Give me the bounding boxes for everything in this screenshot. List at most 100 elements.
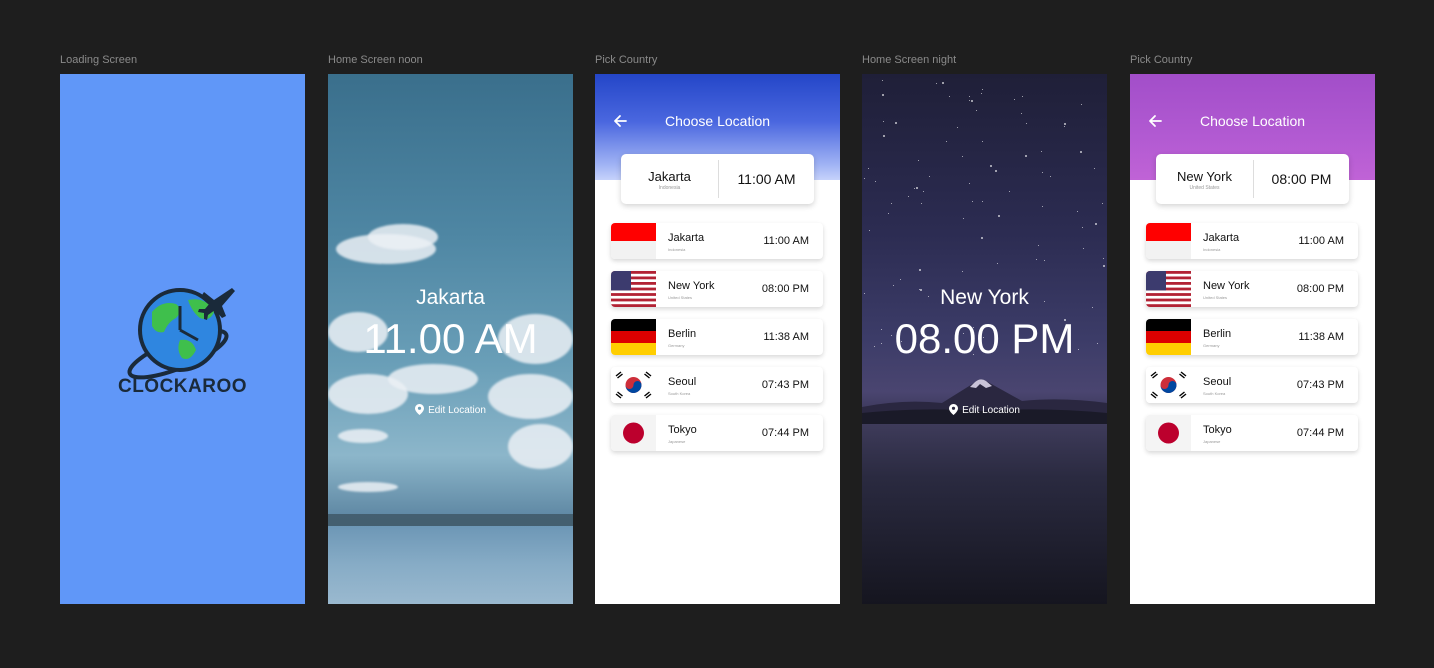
star <box>1101 203 1103 205</box>
frame-label-noon: Home Screen noon <box>328 54 423 66</box>
country-row-berlin[interactable]: Berlin Germany 11:38 AM <box>611 319 823 355</box>
star <box>1102 265 1105 268</box>
star <box>899 279 901 281</box>
frame-label-loading: Loading Screen <box>60 54 138 66</box>
country-list: Jakarta Indonesia 11:00 AM New York Unit… <box>1146 223 1358 463</box>
sea <box>328 526 573 604</box>
star <box>914 188 916 190</box>
country-row-tokyo[interactable]: Tokyo Japanese 07:44 PM <box>1146 415 1358 451</box>
shoreline <box>328 514 573 526</box>
edit-location-button[interactable]: Edit Location <box>862 404 1107 416</box>
star <box>1041 171 1043 173</box>
star <box>945 141 947 143</box>
country-row-jakarta[interactable]: Jakarta Indonesia 11:00 AM <box>611 223 823 259</box>
star <box>1037 244 1039 246</box>
edit-location-button[interactable]: Edit Location <box>328 404 573 416</box>
star <box>1082 247 1084 249</box>
star <box>981 236 984 239</box>
usa-flag-icon <box>1146 271 1191 307</box>
row-country: Japanese <box>668 439 686 444</box>
star <box>882 93 885 96</box>
country-row-seoul[interactable]: Seoul South Korea 07:43 PM <box>1146 367 1358 403</box>
country-row-jakarta[interactable]: Jakarta Indonesia 11:00 AM <box>1146 223 1358 259</box>
star <box>881 80 883 82</box>
star <box>869 229 871 231</box>
star <box>1063 122 1066 125</box>
star <box>990 165 993 168</box>
current-location-card[interactable]: New York United States 08:00 PM <box>1156 154 1349 204</box>
star <box>895 121 898 124</box>
star <box>1042 206 1044 208</box>
star <box>975 110 977 112</box>
row-city: Berlin <box>668 328 697 340</box>
current-city: New York <box>1177 169 1232 184</box>
star <box>1063 125 1065 127</box>
current-country: United States <box>1189 185 1220 191</box>
row-country: Indonesia <box>668 247 686 252</box>
current-country: Indonesia <box>658 185 681 191</box>
star <box>963 218 964 220</box>
star <box>1079 150 1082 153</box>
star <box>1095 223 1098 226</box>
country-row-new-york[interactable]: New York United States 08:00 PM <box>1146 271 1358 307</box>
star <box>1036 259 1038 261</box>
star <box>1026 122 1028 124</box>
page-title: Choose Location <box>1199 113 1306 129</box>
current-location-card[interactable]: Jakarta Indonesia 11:00 AM <box>621 154 814 204</box>
star <box>980 92 982 94</box>
row-country: Japanese <box>1203 439 1221 444</box>
home-screen-night: New York 08.00 PM Edit Location <box>862 74 1107 604</box>
star <box>968 95 970 97</box>
germany-flag-icon <box>1146 319 1191 355</box>
star <box>981 140 983 142</box>
star <box>949 96 951 98</box>
mountain <box>862 379 1107 429</box>
star <box>916 187 919 190</box>
star <box>922 190 924 192</box>
home-screen-noon: Jakarta 11.00 AM Edit Location <box>328 74 573 604</box>
star <box>1013 99 1015 101</box>
edit-location-label: Edit Location <box>962 405 1020 416</box>
country-list: Jakarta Indonesia 11:00 AM New York Unit… <box>611 223 823 463</box>
row-country: United States <box>1203 295 1228 300</box>
star <box>917 159 919 161</box>
home-city-name: Jakarta <box>416 286 485 309</box>
star <box>1008 190 1010 192</box>
country-row-tokyo[interactable]: Tokyo Japanese 07:44 PM <box>611 415 823 451</box>
country-row-seoul[interactable]: Seoul South Korea 07:43 PM <box>611 367 823 403</box>
star <box>1094 168 1096 170</box>
row-time: 08:00 PM <box>761 283 809 295</box>
row-time: 11:00 AM <box>763 235 809 247</box>
star <box>935 82 937 84</box>
star <box>867 167 869 169</box>
country-row-new-york[interactable]: New York United States 08:00 PM <box>611 271 823 307</box>
indonesia-flag-icon <box>1146 223 1191 259</box>
country-row-berlin[interactable]: Berlin Germany 11:38 AM <box>1146 319 1358 355</box>
row-city: Berlin <box>1203 328 1232 340</box>
star <box>921 202 923 204</box>
star <box>1021 96 1023 98</box>
star <box>1025 155 1028 158</box>
current-time: 08:00 PM <box>1271 171 1332 187</box>
row-time: 07:43 PM <box>1296 379 1344 391</box>
star <box>1102 258 1104 260</box>
row-time: 11:38 AM <box>1298 331 1344 343</box>
row-city: Tokyo <box>668 424 697 436</box>
cloud <box>338 429 388 443</box>
star <box>942 81 945 84</box>
row-country: South Korea <box>668 391 691 396</box>
location-pin-icon <box>415 404 425 415</box>
row-city: Seoul <box>1203 376 1232 388</box>
star <box>996 263 998 265</box>
row-city: Jakarta <box>1203 232 1240 244</box>
row-time: 08:00 PM <box>1296 283 1344 295</box>
loading-screen: CLOCKAROO <box>60 74 305 604</box>
star <box>888 212 890 214</box>
row-time: 07:44 PM <box>1296 427 1344 439</box>
japan-flag-icon <box>611 415 656 451</box>
location-pin-icon <box>949 404 959 415</box>
star <box>1080 104 1082 106</box>
row-time: 07:44 PM <box>761 427 809 439</box>
star <box>929 176 931 178</box>
star <box>956 127 958 129</box>
